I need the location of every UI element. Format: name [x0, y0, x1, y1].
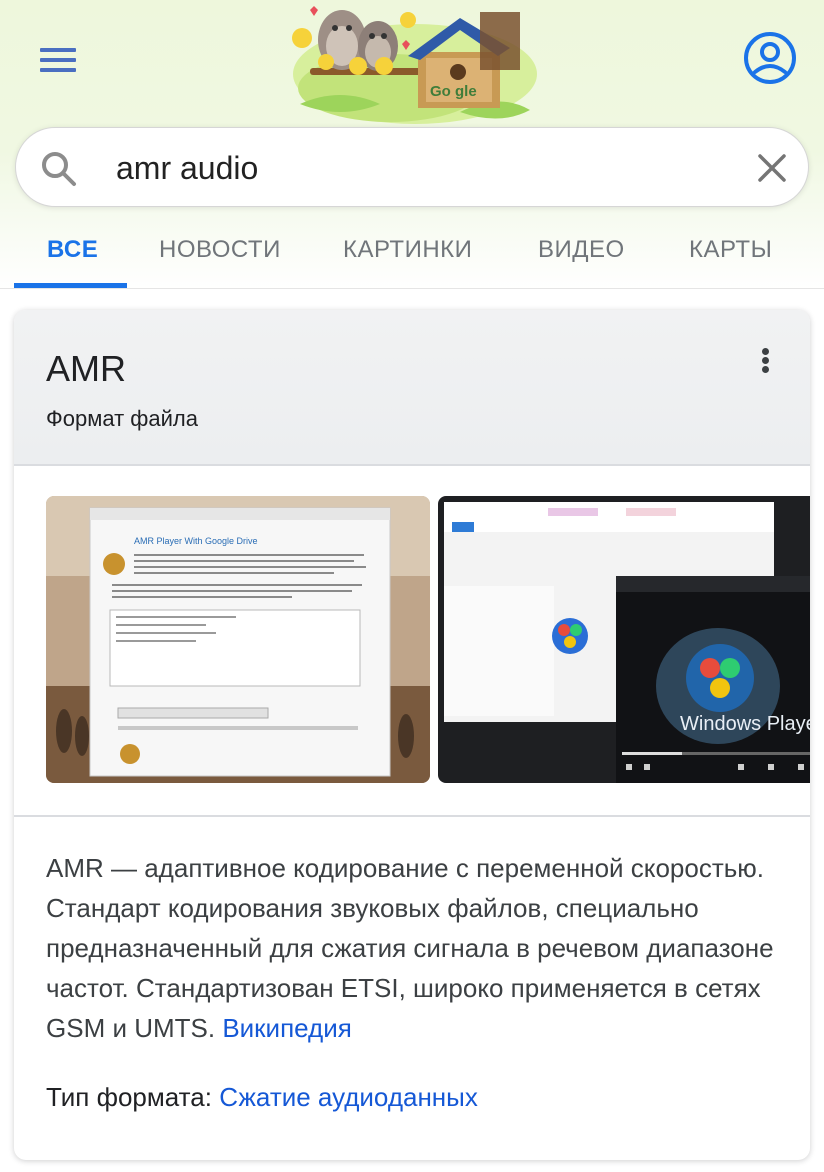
- search-icon[interactable]: [38, 148, 78, 188]
- google-doodle-logo[interactable]: Go gle: [280, 0, 542, 126]
- svg-text:Go gle: Go gle: [430, 83, 477, 100]
- tab-news[interactable]: НОВОСТИ: [159, 236, 281, 264]
- format-type-link[interactable]: Сжатие аудиоданных: [219, 1082, 478, 1112]
- description-text: AMR — адаптивное кодирование с переменно…: [46, 853, 774, 1043]
- tabs-divider: [0, 288, 824, 289]
- knowledge-panel-subtitle: Формат файла: [46, 406, 198, 431]
- image-thumbnail-amr-player[interactable]: AMR Player With Google Drive: [46, 496, 430, 783]
- knowledge-panel: AMR Формат файла AMR Player With Google …: [14, 310, 810, 1160]
- account-icon[interactable]: [742, 30, 798, 86]
- search-tabs: ВСЕ НОВОСТИ КАРТИНКИ ВИДЕО КАРТЫ: [0, 222, 824, 288]
- hamburger-menu-icon[interactable]: [40, 46, 76, 74]
- tab-all[interactable]: ВСЕ: [47, 236, 98, 264]
- image-caption-1: AMR Player With Google Drive: [134, 536, 258, 546]
- image-thumbnail-windows-player[interactable]: Windows Player: [438, 496, 810, 783]
- wikipedia-link[interactable]: Википедия: [222, 1013, 352, 1043]
- tab-images[interactable]: КАРТИНКИ: [343, 236, 472, 264]
- format-type-row: Тип формата: Сжатие аудиоданных: [46, 1082, 478, 1113]
- format-type-label: Тип формата:: [46, 1082, 212, 1112]
- tab-maps[interactable]: КАРТЫ: [689, 236, 772, 264]
- image-caption-2: Windows Player: [680, 713, 810, 735]
- clear-icon[interactable]: [752, 148, 792, 188]
- knowledge-panel-title: AMR: [46, 348, 126, 389]
- knowledge-panel-header: AMR Формат файла: [14, 310, 810, 466]
- search-input[interactable]: [116, 146, 736, 190]
- header: Go gle ВСЕ НОВОСТИ КАРТИНКИ ВИДЕО КАРТЫ: [0, 0, 824, 290]
- knowledge-panel-divider: [14, 815, 810, 817]
- tab-videos[interactable]: ВИДЕО: [538, 236, 625, 264]
- more-options-icon[interactable]: [756, 344, 776, 376]
- search-bar[interactable]: [15, 127, 809, 207]
- knowledge-panel-description: AMR — адаптивное кодирование с переменно…: [46, 848, 796, 1048]
